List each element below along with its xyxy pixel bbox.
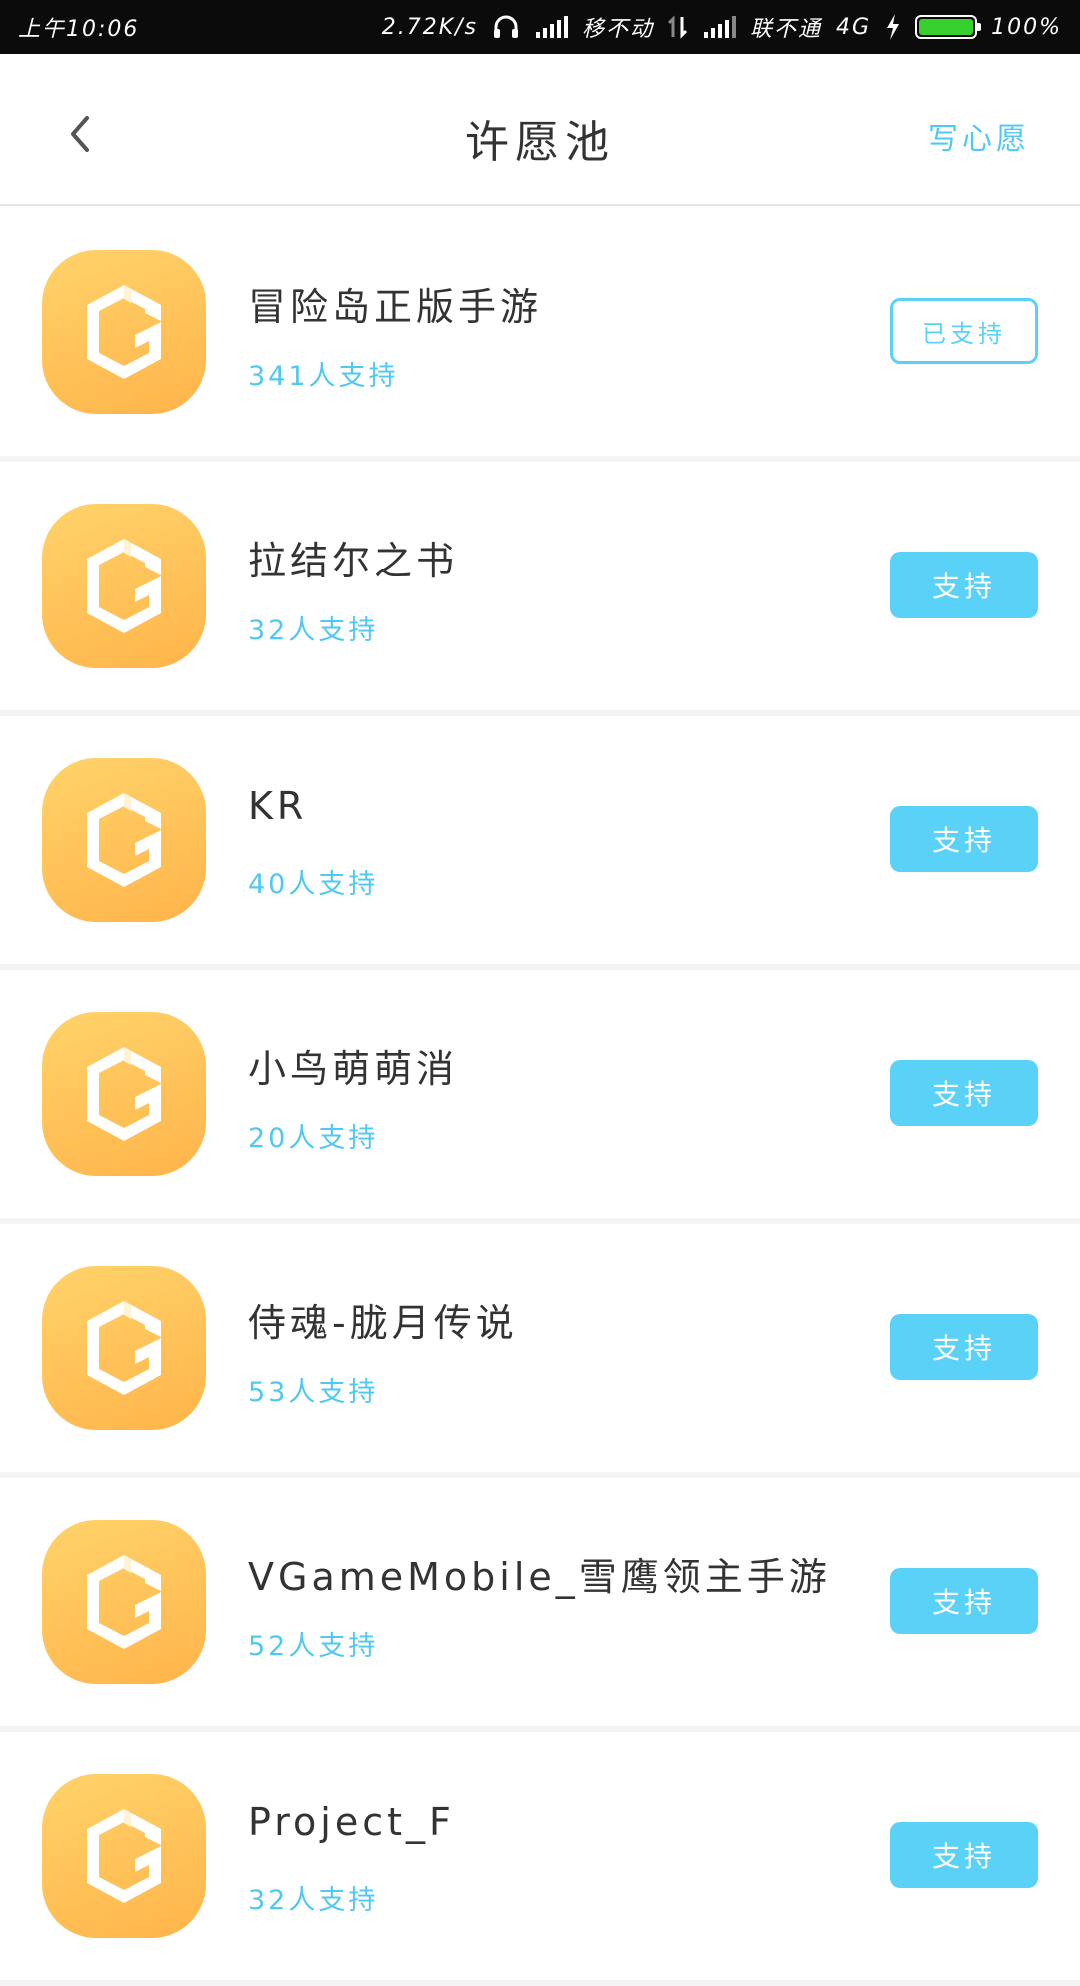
battery-icon: [915, 15, 982, 39]
wish-list: 冒险岛正版手游 341人支持 已支持 拉结尔之书 32人支持 支持 KR 40人…: [0, 208, 1080, 1986]
battery-level: [919, 19, 974, 35]
item-name: VGameMobile_雪鹰领主手游: [248, 1555, 831, 1599]
game-logo-icon: [42, 504, 206, 668]
game-logo-icon: [42, 250, 206, 414]
game-logo-icon: [42, 1520, 206, 1684]
list-item[interactable]: 侍魂-胧月传说 53人支持 支持: [0, 1224, 1080, 1478]
status-time: 上午10:06: [18, 17, 140, 42]
item-name: 小鸟萌萌消: [248, 1047, 459, 1091]
game-logo-icon: [42, 1012, 206, 1176]
list-item[interactable]: 小鸟萌萌消 20人支持 支持: [0, 970, 1080, 1224]
carrier-2: 联不通: [750, 17, 823, 42]
network-speed: 2.72K/s: [381, 14, 479, 40]
list-item[interactable]: VGameMobile_雪鹰领主手游 52人支持 支持: [0, 1478, 1080, 1732]
item-name: 冒险岛正版手游: [248, 285, 543, 329]
support-button[interactable]: 已支持: [890, 298, 1038, 364]
list-item[interactable]: 冒险岛正版手游 341人支持 已支持: [0, 208, 1080, 462]
support-button[interactable]: 支持: [890, 1314, 1038, 1380]
item-name: Project_F: [248, 1800, 455, 1844]
support-button[interactable]: 支持: [890, 1060, 1038, 1126]
support-button[interactable]: 支持: [890, 806, 1038, 872]
item-name: 侍魂-胧月传说: [248, 1301, 518, 1345]
carrier-1: 移不动: [582, 17, 655, 42]
signal-icon-2: [702, 16, 737, 38]
support-count: 53人支持: [248, 1377, 379, 1408]
list-item[interactable]: Project_F 32人支持 支持: [0, 1732, 1080, 1986]
status-bar: 上午10:06 2.72K/s 移不动 联不通 4G 100%: [0, 0, 1080, 54]
item-name: 拉结尔之书: [248, 539, 459, 583]
support-button[interactable]: 支持: [890, 1822, 1038, 1888]
list-item[interactable]: 拉结尔之书 32人支持 支持: [0, 462, 1080, 716]
write-wish-button[interactable]: 写心愿: [928, 114, 1030, 158]
support-count: 32人支持: [248, 1885, 379, 1916]
page-title: 许愿池: [465, 117, 615, 168]
support-count: 20人支持: [248, 1123, 379, 1154]
support-count: 32人支持: [248, 615, 379, 646]
support-button[interactable]: 支持: [890, 552, 1038, 618]
item-name: KR: [248, 784, 308, 828]
signal-icon: [534, 16, 569, 38]
support-count: 52人支持: [248, 1631, 379, 1662]
list-item[interactable]: KR 40人支持 支持: [0, 716, 1080, 970]
game-logo-icon: [42, 1774, 206, 1938]
headphones-icon: [492, 14, 520, 40]
status-indicators: 2.72K/s 移不动 联不通 4G 100%: [382, 11, 1062, 43]
support-count: 341人支持: [248, 361, 399, 392]
header-bar: 许愿池 写心愿: [0, 54, 1080, 206]
data-arrows-icon: [668, 15, 688, 39]
game-logo-icon: [42, 758, 206, 922]
support-count: 40人支持: [248, 869, 379, 900]
support-button[interactable]: 支持: [890, 1568, 1038, 1634]
charging-icon: [885, 14, 901, 40]
game-logo-icon: [42, 1266, 206, 1430]
battery-percent: 100%: [991, 14, 1062, 40]
network-type: 4G: [836, 14, 872, 40]
